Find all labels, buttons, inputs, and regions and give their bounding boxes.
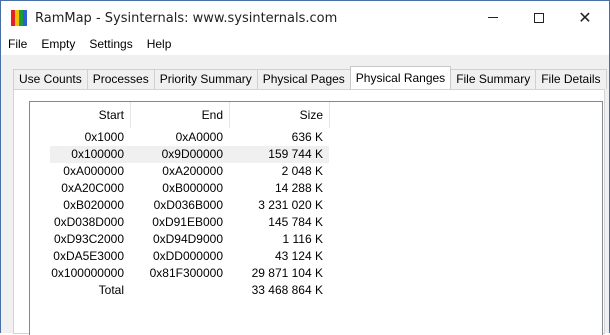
list-rows: 0x1000 0xA0000 636 K 0x100000 0x9D00000 159 7… xyxy=(30,129,602,299)
maximize-icon xyxy=(534,12,544,23)
menu-empty[interactable]: Empty xyxy=(34,34,82,55)
cell-end: 0xB000000 xyxy=(162,181,223,195)
tab-use-counts[interactable]: Use Counts xyxy=(13,69,88,89)
list-header: Start End Size xyxy=(30,102,602,128)
tab-physical-pages[interactable]: Physical Pages xyxy=(256,69,351,89)
cell-end: 0xA200000 xyxy=(162,164,223,178)
maximize-button[interactable] xyxy=(516,1,562,34)
cell-size: 159 744 K xyxy=(268,147,323,161)
cell-size: 3 231 020 K xyxy=(258,198,323,212)
menu-settings[interactable]: Settings xyxy=(82,34,139,55)
table-row[interactable]: 0xD038D000 0xD91EB000 145 784 K xyxy=(30,214,602,231)
column-header-start[interactable]: Start xyxy=(30,102,130,128)
column-header-end[interactable]: End xyxy=(130,102,229,128)
tab-panel-physical-ranges: Start End Size 0x1000 0xA0000 636 K 0x10000… xyxy=(13,89,605,335)
cell-start: 0xB020000 xyxy=(63,198,124,212)
cell-start: Total xyxy=(98,283,124,297)
minimize-icon xyxy=(488,17,498,18)
cell-end: 0x9D00000 xyxy=(161,147,223,161)
cell-start: 0xD93C2000 xyxy=(53,232,124,246)
tab-file-summary[interactable]: File Summary xyxy=(450,69,537,89)
cell-start: 0x100000000 xyxy=(51,266,124,280)
tab-strip: Use Counts Processes Priority Summary Physi… xyxy=(13,66,607,89)
cell-size: 33 468 864 K xyxy=(251,283,323,297)
cell-end: 0xDD000000 xyxy=(152,249,223,263)
cell-size: 636 K xyxy=(291,130,323,144)
cell-end: 0xA0000 xyxy=(175,130,223,144)
cell-size: 2 048 K xyxy=(281,164,323,178)
tab-priority-summary[interactable]: Priority Summary xyxy=(153,69,258,89)
table-row[interactable]: 0x100000 0x9D00000 159 744 K xyxy=(30,146,602,163)
table-row[interactable]: 0xA20C000 0xB000000 14 288 K xyxy=(30,180,602,197)
table-row[interactable]: 0x1000 0xA0000 636 K xyxy=(30,129,602,146)
cell-size: 145 784 K xyxy=(268,215,323,229)
menu-file[interactable]: File xyxy=(1,34,34,55)
cell-start: 0xA000000 xyxy=(63,164,124,178)
title-bar[interactable]: RamMap - Sysinternals: www.sysinternals.… xyxy=(1,1,609,34)
cell-size: 29 871 104 K xyxy=(251,266,323,280)
close-icon: ✕ xyxy=(578,8,592,27)
cell-end: 0x81F300000 xyxy=(149,266,223,280)
cell-size: 43 124 K xyxy=(274,249,323,263)
menu-help[interactable]: Help xyxy=(140,34,179,55)
physical-ranges-list[interactable]: Start End Size 0x1000 0xA0000 636 K 0x10000… xyxy=(29,101,603,335)
table-row[interactable]: 0x100000000 0x81F300000 29 871 104 K xyxy=(30,265,602,282)
cell-start: 0x100000 xyxy=(71,147,124,161)
tab-processes[interactable]: Processes xyxy=(86,69,155,89)
cell-start: 0xD038D000 xyxy=(53,215,124,229)
cell-end xyxy=(130,282,229,299)
window-title: RamMap - Sysinternals: www.sysinternals.… xyxy=(35,11,338,26)
table-row[interactable]: 0xD93C2000 0xD94D9000 1 116 K xyxy=(30,231,602,248)
minimize-button[interactable] xyxy=(470,1,516,34)
cell-size: 1 116 K xyxy=(282,232,323,246)
table-row[interactable]: 0xA000000 0xA200000 2 048 K xyxy=(30,163,602,180)
cell-size: 14 288 K xyxy=(274,181,323,195)
rammap-app-icon xyxy=(11,10,27,26)
table-row[interactable]: 0xB020000 0xD036B000 3 231 020 K xyxy=(30,197,602,214)
column-divider[interactable] xyxy=(329,102,330,128)
total-row[interactable]: Total 33 468 864 K xyxy=(30,282,602,299)
icon-stripe xyxy=(23,10,27,26)
rammap-window: RamMap - Sysinternals: www.sysinternals.… xyxy=(0,0,610,335)
cell-start: 0xA20C000 xyxy=(61,181,124,195)
menu-bar: File Empty Settings Help xyxy=(1,34,609,55)
cell-end: 0xD91EB000 xyxy=(152,215,223,229)
cell-start: 0xDA5E3000 xyxy=(53,249,124,263)
tab-file-details[interactable]: File Details xyxy=(535,69,607,89)
table-row[interactable]: 0xDA5E3000 0xDD000000 43 124 K xyxy=(30,248,602,265)
cell-end: 0xD036B000 xyxy=(153,198,223,212)
cell-end: 0xD94D9000 xyxy=(152,232,223,246)
cell-start: 0x1000 xyxy=(84,130,124,144)
column-header-size[interactable]: Size xyxy=(229,102,329,128)
close-button[interactable]: ✕ xyxy=(562,1,608,34)
tab-physical-ranges[interactable]: Physical Ranges xyxy=(349,66,452,89)
